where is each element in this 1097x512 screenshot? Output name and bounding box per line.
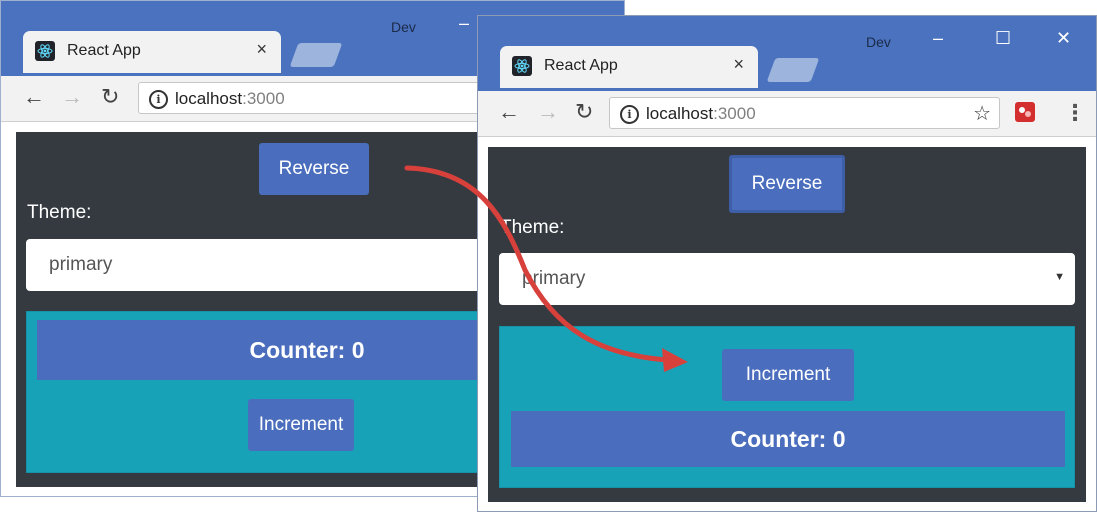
address-bar[interactable]: i localhost:3000 ☆ (609, 97, 1000, 129)
url-port: :3000 (242, 89, 285, 108)
app-container: Reverse Theme: primary ▼ Increment Count… (488, 147, 1086, 502)
tab-close-icon[interactable]: × (256, 39, 267, 60)
counter-panel: Increment Counter: 0 (499, 326, 1075, 488)
close-window-icon[interactable]: ✕ (1056, 28, 1071, 49)
url-text: localhost:3000 (175, 89, 285, 109)
minimize-icon[interactable]: – (459, 13, 469, 34)
star-icon[interactable]: ☆ (973, 101, 991, 126)
forward-arrow-icon[interactable]: → (61, 84, 83, 110)
title-bar: React App × Dev – ☐ ✕ (478, 16, 1096, 91)
chevron-down-icon: ▼ (1054, 271, 1065, 283)
menu-dots-icon[interactable]: ⋮ (1064, 100, 1086, 126)
reload-icon[interactable]: ↻ (101, 84, 119, 110)
theme-select-value: primary (49, 254, 113, 275)
browser-tab[interactable]: React App × (500, 46, 758, 88)
increment-button[interactable]: Increment (248, 399, 354, 451)
tab-title: React App (67, 42, 141, 59)
url-host: localhost (175, 89, 243, 108)
browser-tab[interactable]: React App × (23, 31, 281, 73)
tab-title: React App (544, 57, 618, 74)
react-logo-icon (512, 56, 532, 76)
reload-icon[interactable]: ↻ (575, 99, 593, 125)
minimize-icon[interactable]: – (933, 28, 943, 49)
info-icon[interactable]: i (620, 105, 639, 124)
tab-close-icon[interactable]: × (733, 54, 744, 75)
theme-select[interactable]: primary ▼ (499, 253, 1075, 305)
profile-label[interactable]: Dev (391, 19, 416, 35)
browser-toolbar: ← → ↻ i localhost:3000 ☆ ⋮ (478, 91, 1096, 137)
back-arrow-icon[interactable]: ← (23, 84, 45, 110)
theme-select-value: primary (522, 268, 586, 289)
info-icon[interactable]: i (149, 90, 168, 109)
browser-window-after: React App × Dev – ☐ ✕ ← → ↻ i localhost:… (477, 15, 1097, 512)
extension-icon[interactable] (1015, 102, 1035, 122)
url-host: localhost (646, 104, 714, 123)
url-text: localhost:3000 (646, 104, 756, 124)
react-logo-icon (35, 41, 55, 61)
counter-display: Counter: 0 (511, 411, 1065, 467)
new-tab-button[interactable] (766, 58, 820, 82)
profile-label[interactable]: Dev (866, 34, 891, 50)
maximize-icon[interactable]: ☐ (995, 28, 1011, 49)
back-arrow-icon[interactable]: ← (498, 99, 520, 125)
reverse-button[interactable]: Reverse (729, 155, 845, 213)
url-port: :3000 (713, 104, 756, 123)
increment-button[interactable]: Increment (722, 349, 854, 401)
theme-label: Theme: (500, 217, 565, 238)
forward-arrow-icon[interactable]: → (537, 99, 559, 125)
new-tab-button[interactable] (289, 43, 343, 67)
reverse-button[interactable]: Reverse (259, 143, 369, 195)
theme-label: Theme: (27, 202, 92, 223)
